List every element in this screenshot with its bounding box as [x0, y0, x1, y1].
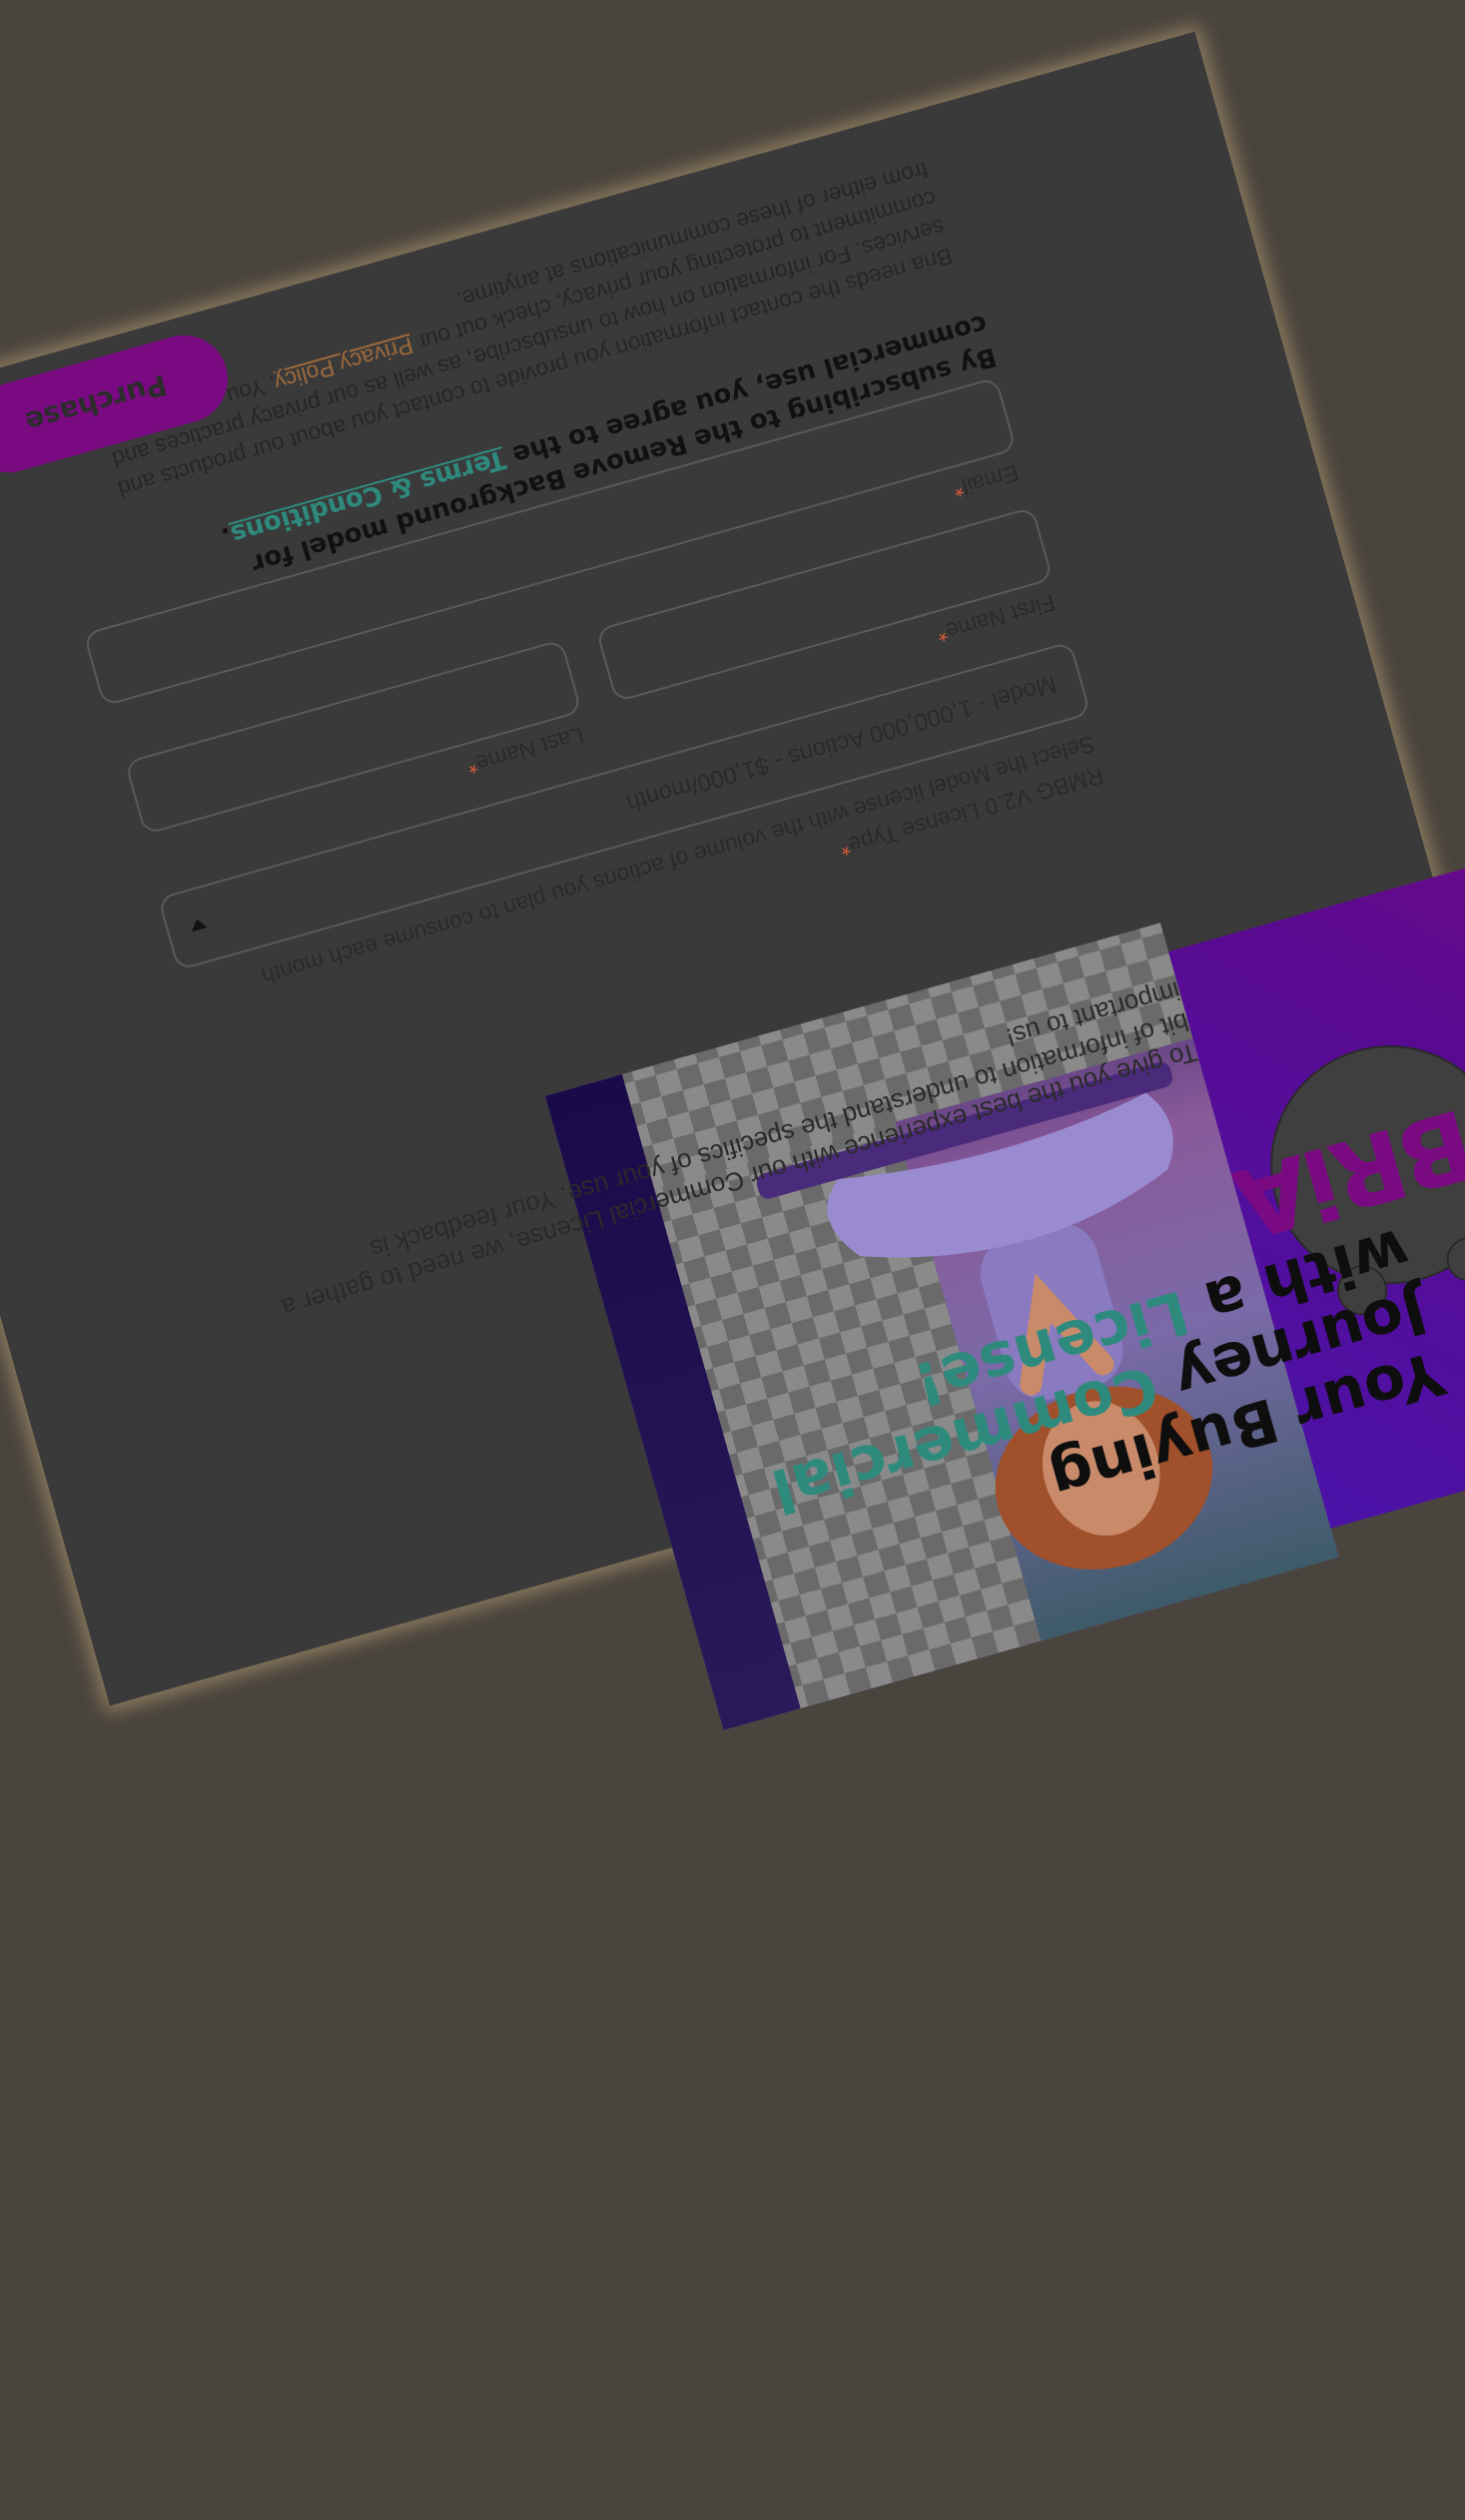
rotated-page: BRiA Your Buying Journey Commercial with…: [0, 0, 1465, 2520]
chevron-down-icon: [189, 917, 208, 933]
